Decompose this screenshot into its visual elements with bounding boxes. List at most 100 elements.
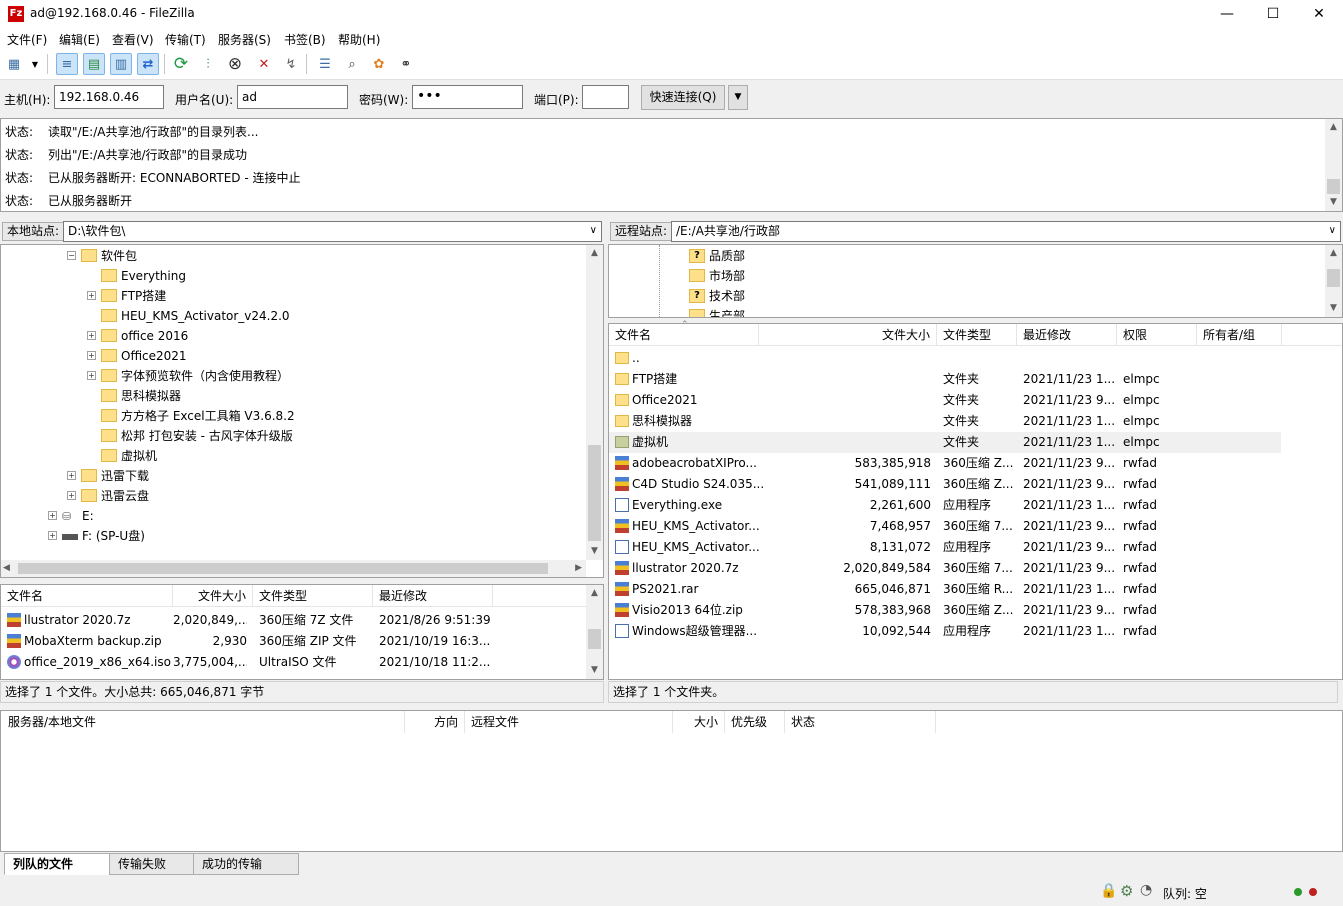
speed-limit-icon[interactable]: ◔ [1140, 882, 1152, 898]
column-header-type[interactable]: 文件类型 [937, 324, 1017, 346]
site-manager-icon[interactable]: ▦ [4, 53, 24, 75]
scroll-down-icon[interactable]: ▼ [586, 543, 603, 560]
local-file-vscroll[interactable]: ▲ ▼ [586, 585, 603, 679]
process-queue-icon[interactable]: ⫶ [197, 53, 219, 75]
maximize-button[interactable]: ☐ [1250, 0, 1296, 28]
table-row[interactable]: llustrator 2020.7z 2,020,849,584 360压缩 7..… [609, 558, 1281, 579]
column-header-permissions[interactable]: 权限 [1117, 324, 1197, 346]
remote-path-input[interactable]: /E:/A共享池/行政部 ∨ [671, 221, 1341, 242]
table-row[interactable]: C4D Studio S24.035.... 541,089,111 360压缩 Z… [609, 474, 1281, 495]
chevron-down-icon[interactable]: ∨ [590, 222, 597, 239]
table-row[interactable]: Everything.exe 2,261,600 应用程序 2021/11/23 1.… [609, 495, 1281, 516]
scroll-up-icon[interactable]: ▲ [1325, 119, 1342, 136]
reconnect-icon[interactable]: ↯ [280, 53, 302, 75]
tree-node[interactable]: HEU_KMS_Activator_v24.2.0 [85, 306, 290, 326]
menu-file[interactable]: 文件(F) [7, 31, 47, 48]
column-header-owner[interactable]: 所有者/组 [1197, 324, 1282, 346]
directory-comparison-icon[interactable]: ⌕ [341, 53, 363, 75]
table-row[interactable]: PS2021.rar 665,046,871 360压缩 R... 2021/11/2… [609, 579, 1281, 600]
table-row[interactable]: HEU_KMS_Activator... 7,468,957 360压缩 7... 2… [609, 516, 1281, 537]
table-row[interactable]: llustrator 2020.7z 2,020,849,... 360压缩 7… [1, 610, 586, 631]
expand-icon[interactable]: + [87, 291, 96, 300]
directory-listing-filters-icon[interactable]: ☰ [314, 53, 336, 75]
username-input[interactable]: ad [237, 85, 348, 109]
synchronized-browsing-icon[interactable]: ✿ [368, 53, 390, 75]
column-header-type[interactable]: 文件类型 [253, 585, 373, 607]
menu-server[interactable]: 服务器(S) [218, 31, 271, 48]
refresh-icon[interactable]: ⟳ [170, 53, 192, 75]
expand-icon[interactable]: + [48, 511, 57, 520]
expand-icon[interactable]: + [87, 331, 96, 340]
column-header-server-local-file[interactable]: 服务器/本地文件 [1, 711, 405, 733]
tree-node[interactable]: Everything [85, 266, 186, 286]
host-input[interactable]: 192.168.0.46 [54, 85, 164, 109]
table-row[interactable]: office_2019_x86_x64.iso 3,775,004,... Ul… [1, 652, 586, 673]
search-files-icon[interactable]: ⚭ [395, 53, 417, 75]
table-row[interactable]: 虚拟机 文件夹 2021/11/23 1... elmpc [609, 432, 1281, 453]
scroll-down-icon[interactable]: ▼ [586, 662, 603, 679]
scroll-up-icon[interactable]: ▲ [1325, 245, 1342, 262]
tab-successful-transfers[interactable]: 成功的传输 (31) [193, 853, 299, 891]
tree-node[interactable]: + Office2021 [85, 346, 187, 366]
column-header-remote-file[interactable]: 远程文件 [465, 711, 673, 733]
expand-icon[interactable]: + [87, 351, 96, 360]
close-button[interactable]: ✕ [1296, 0, 1342, 28]
expand-icon[interactable]: + [48, 531, 57, 540]
local-tree-hscroll[interactable]: ◀ ▶ [1, 560, 586, 577]
toggle-remote-tree-icon[interactable]: ▥ [110, 53, 132, 75]
scroll-up-icon[interactable]: ▲ [586, 245, 603, 262]
column-header-modified[interactable]: 最近修改 [373, 585, 493, 607]
tree-node[interactable]: + office 2016 [85, 326, 188, 346]
scroll-right-icon[interactable]: ▶ [575, 560, 582, 577]
tab-queued-files[interactable]: 列队的文件 [4, 853, 110, 875]
tree-node[interactable]: 生产部 [689, 306, 745, 317]
column-header-size[interactable]: 文件大小 [173, 585, 253, 607]
menu-edit[interactable]: 编辑(E) [59, 31, 100, 48]
cancel-operation-icon[interactable]: ⊗ [224, 53, 246, 75]
menu-view[interactable]: 查看(V) [112, 31, 154, 48]
table-row[interactable]: MobaXterm backup.zip 2,930 360压缩 ZIP 文件 … [1, 631, 586, 652]
tree-node[interactable]: 思科模拟器 [85, 386, 181, 406]
expand-icon[interactable]: + [87, 371, 96, 380]
column-header-size[interactable]: 大小 [673, 711, 725, 733]
table-row[interactable]: adobeacrobatXIPro... 583,385,918 360压缩 Z..… [609, 453, 1281, 474]
local-path-input[interactable]: D:\软件包\ ∨ [63, 221, 602, 242]
table-row[interactable]: Windows超级管理器... 10,092,544 应用程序 2021/11/23 … [609, 621, 1281, 642]
quickconnect-button[interactable]: 快速连接(Q) [641, 85, 725, 110]
table-row[interactable]: 思科模拟器 文件夹 2021/11/23 1... elmpc [609, 411, 1281, 432]
tree-node[interactable]: ? 品质部 [689, 246, 745, 266]
tree-node[interactable]: 市场部 [689, 266, 745, 286]
collapse-icon[interactable]: − [67, 251, 76, 260]
tree-node[interactable]: + F: (SP-U盘) [46, 526, 145, 546]
toggle-local-tree-icon[interactable]: ▤ [83, 53, 105, 75]
tree-node[interactable]: 方方格子 Excel工具箱 V3.6.8.2 [85, 406, 295, 426]
table-row[interactable]: Office2021 文件夹 2021/11/23 9... elmpc [609, 390, 1281, 411]
table-row[interactable]: HEU_KMS_Activator... 8,131,072 应用程序 2021/11… [609, 537, 1281, 558]
tree-node[interactable]: ? 技术部 [689, 286, 745, 306]
column-header-direction[interactable]: 方向 [405, 711, 465, 733]
scroll-left-icon[interactable]: ◀ [3, 560, 10, 577]
log-scrollbar[interactable]: ▲ ▼ [1325, 119, 1342, 211]
expand-icon[interactable]: + [67, 471, 76, 480]
column-header-modified[interactable]: 最近修改 [1017, 324, 1117, 346]
expand-icon[interactable]: + [67, 491, 76, 500]
tree-node[interactable]: + ⛁ E: [46, 506, 94, 526]
quickconnect-history-dropdown[interactable]: ▼ [728, 85, 748, 110]
menu-help[interactable]: 帮助(H) [338, 31, 380, 48]
local-tree-vscroll[interactable]: ▲ ▼ [586, 245, 603, 560]
tree-node[interactable]: + 迅雷下载 [65, 466, 149, 486]
column-header-priority[interactable]: 优先级 [725, 711, 785, 733]
toggle-queue-icon[interactable]: ⇄ [137, 53, 159, 75]
menu-transfer[interactable]: 传输(T) [165, 31, 206, 48]
site-manager-dropdown-icon[interactable]: ▼ [28, 53, 42, 75]
scroll-down-icon[interactable]: ▼ [1325, 300, 1342, 317]
toggle-log-icon[interactable]: ≡ [56, 53, 78, 75]
table-row[interactable]: Visio2013 64位.zip 578,383,968 360压缩 Z... 20… [609, 600, 1281, 621]
remote-tree-vscroll[interactable]: ▲ ▼ [1325, 245, 1342, 317]
password-input[interactable]: ••• [412, 85, 523, 109]
table-row[interactable]: .. [609, 348, 1281, 369]
chevron-down-icon[interactable]: ∨ [1329, 222, 1336, 239]
minimize-button[interactable]: — [1204, 0, 1250, 28]
tree-node[interactable]: 松邦 打包安装 - 古风字体升级版 [85, 426, 293, 446]
tree-node[interactable]: − 软件包 [65, 246, 137, 266]
